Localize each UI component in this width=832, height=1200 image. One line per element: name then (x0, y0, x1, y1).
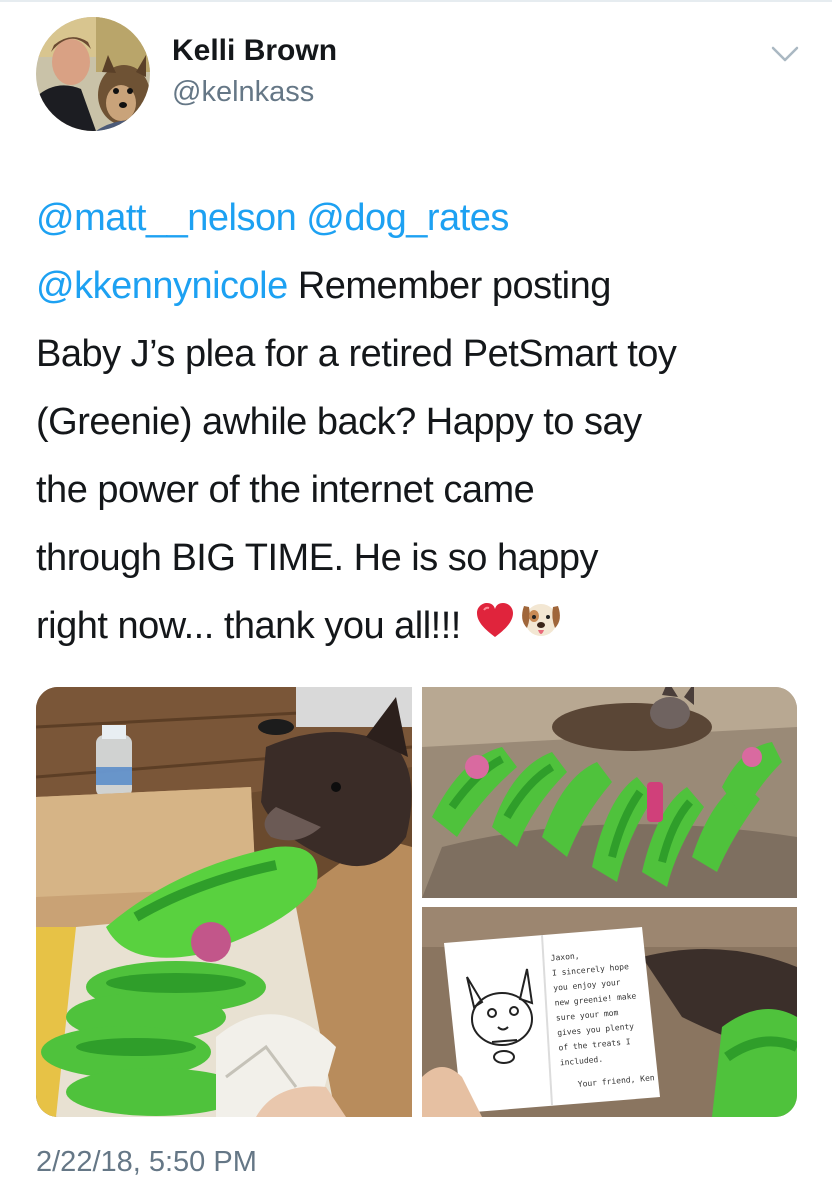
avatar-photo (36, 17, 150, 131)
tweet-text-segment: Remember posting (287, 265, 612, 307)
photo-dog-with-toys[interactable] (422, 687, 797, 898)
chevron-down-icon[interactable] (770, 44, 800, 64)
mention-link[interactable]: @dog_rates (306, 197, 509, 239)
tweet-line: the power of the internet came (36, 469, 535, 511)
tweet-text-segment (296, 197, 306, 239)
tweet-line: @matt__nelson @dog_rates (36, 184, 806, 252)
tweet-line: right now... thank you all!!! (36, 592, 806, 660)
tweet-timestamp[interactable]: 2/22/18, 5:50 PM (36, 1146, 257, 1179)
media-grid: Jaxon, I sincerely hope you enjoy your new … (36, 687, 797, 1117)
tweet-line: Baby J’s plea for a retired PetSmart toy (36, 333, 677, 375)
tweet-line: through BIG TIME. He is so happy (36, 537, 599, 579)
top-divider (0, 0, 832, 2)
author-avatar[interactable] (36, 17, 150, 131)
author-name[interactable]: Kelli Brown (172, 34, 337, 68)
photo-card-and-dog[interactable]: Jaxon, I sincerely hope you enjoy your new … (422, 907, 797, 1117)
red-heart-icon (475, 594, 515, 662)
tweet-line: (Greenie) awhile back? Happy to say (36, 401, 642, 443)
mention-link[interactable]: @matt__nelson (36, 197, 297, 239)
tweet-text: @matt__nelson @dog_rates @kkennynicole R… (36, 184, 806, 660)
photo-dog-with-box[interactable] (36, 687, 412, 1117)
author-handle[interactable]: @kelnkass (172, 76, 314, 109)
tweet-line: @kkennynicole Remember posting (36, 252, 806, 320)
dog-face-icon (519, 594, 563, 662)
mention-link[interactable]: @kkennynicole (36, 265, 288, 307)
tweet-text-segment: right now... thank you all!!! (36, 605, 461, 647)
